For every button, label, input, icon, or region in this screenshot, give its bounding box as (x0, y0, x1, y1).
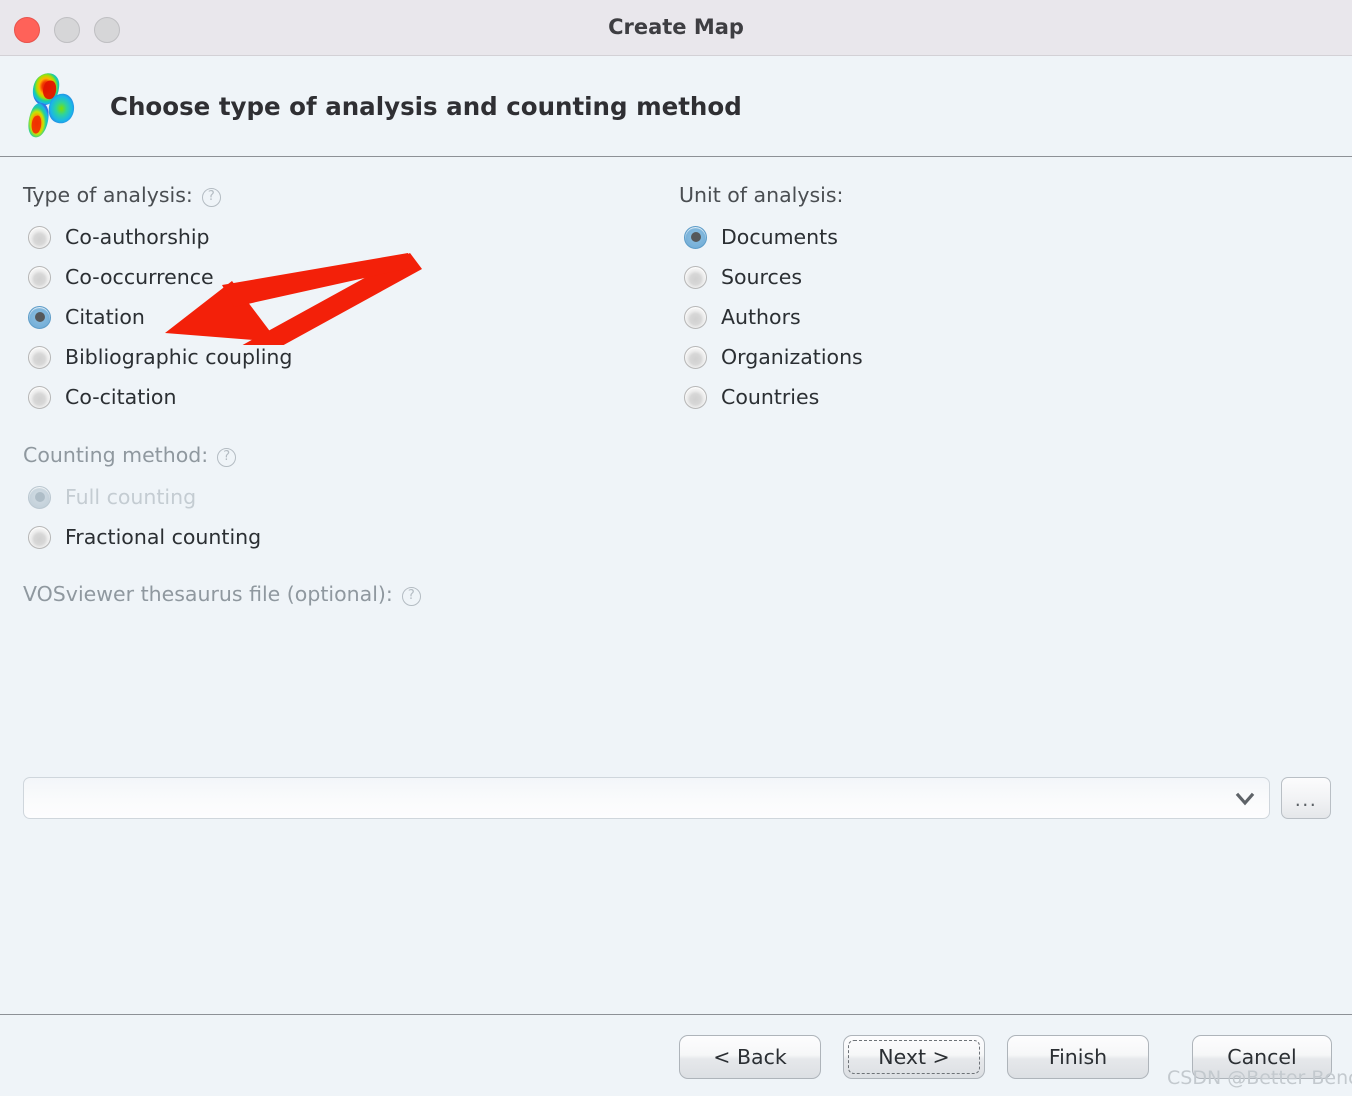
cancel-button-label: Cancel (1227, 1045, 1297, 1069)
radio-indicator[interactable] (684, 265, 707, 289)
radio-bibliographic-coupling[interactable]: Bibliographic coupling (28, 342, 292, 372)
thesaurus-file-label: VOSviewer thesaurus file (optional):? (23, 582, 421, 606)
wizard-footer (0, 1015, 1352, 1096)
window-titlebar: Create Map (0, 0, 1352, 56)
counting-method-label: Counting method:? (23, 443, 237, 467)
type-of-analysis-help-icon[interactable]: ? (201, 188, 221, 207)
radio-label: Countries (721, 385, 820, 409)
unit-of-analysis-label: Unit of analysis: (679, 183, 843, 207)
radio-label: Authors (721, 305, 801, 329)
radio-label: Organizations (721, 345, 863, 369)
radio-label: Citation (65, 305, 145, 329)
radio-label: Documents (721, 225, 838, 249)
radio-indicator[interactable] (28, 265, 51, 289)
back-button-label: < Back (713, 1045, 787, 1069)
radio-co-occurrence[interactable]: Co-occurrence (28, 262, 214, 292)
radio-label: Co-occurrence (65, 265, 214, 289)
finish-button-label: Finish (1048, 1045, 1108, 1069)
page-title: Choose type of analysis and counting met… (110, 92, 742, 121)
window-title: Create Map (608, 15, 744, 39)
radio-co-authorship[interactable]: Co-authorship (28, 222, 210, 252)
radio-indicator[interactable] (684, 305, 707, 329)
radio-label: Full counting (65, 485, 197, 509)
radio-co-citation[interactable]: Co-citation (28, 382, 176, 412)
next-button[interactable]: Next > (843, 1035, 985, 1079)
unit-of-analysis-label-text: Unit of analysis: (679, 183, 844, 207)
radio-label: Co-citation (65, 385, 177, 409)
radio-indicator[interactable] (684, 345, 707, 369)
radio-label: Fractional counting (65, 525, 262, 549)
radio-documents[interactable]: Documents (684, 222, 838, 252)
counting-method-help-icon[interactable]: ? (217, 448, 237, 467)
radio-indicator[interactable] (684, 225, 707, 249)
back-button[interactable]: < Back (679, 1035, 821, 1079)
thesaurus-file-combobox[interactable] (23, 777, 1270, 819)
type-of-analysis-label-text: Type of analysis: (23, 183, 193, 207)
radio-indicator[interactable] (684, 385, 707, 409)
radio-indicator[interactable] (28, 385, 51, 409)
radio-organizations[interactable]: Organizations (684, 342, 863, 372)
radio-label: Sources (721, 265, 803, 289)
radio-fractional-counting[interactable]: Fractional counting (28, 522, 261, 552)
radio-indicator[interactable] (28, 305, 51, 329)
type-of-analysis-label: Type of analysis:? (23, 183, 221, 207)
browse-thesaurus-file-button[interactable]: ... (1281, 777, 1331, 819)
radio-citation[interactable]: Citation (28, 302, 145, 332)
watermark: CSDN @Better Bench (1167, 1067, 1352, 1089)
chevron-down-icon[interactable] (1235, 789, 1255, 809)
radio-indicator[interactable] (28, 345, 51, 369)
radio-label: Co-authorship (65, 225, 210, 249)
vosviewer-density-logo-icon (24, 70, 86, 142)
finish-button[interactable]: Finish (1007, 1035, 1149, 1079)
wizard-content: Type of analysis:? Co-authorship Co-occu… (0, 157, 1352, 1014)
counting-method-label-text: Counting method: (23, 443, 209, 467)
thesaurus-file-help-icon[interactable]: ? (401, 587, 421, 606)
radio-indicator[interactable] (28, 525, 51, 549)
thesaurus-file-label-text: VOSviewer thesaurus file (optional): (23, 582, 393, 606)
radio-sources[interactable]: Sources (684, 262, 802, 292)
radio-full-counting: Full counting (28, 482, 196, 512)
wizard-header: Choose type of analysis and counting met… (0, 56, 1352, 157)
radio-authors[interactable]: Authors (684, 302, 801, 332)
radio-label: Bibliographic coupling (65, 345, 293, 369)
radio-countries[interactable]: Countries (684, 382, 819, 412)
radio-indicator (28, 485, 51, 509)
next-button-label: Next > (878, 1045, 950, 1069)
radio-indicator[interactable] (28, 225, 51, 249)
